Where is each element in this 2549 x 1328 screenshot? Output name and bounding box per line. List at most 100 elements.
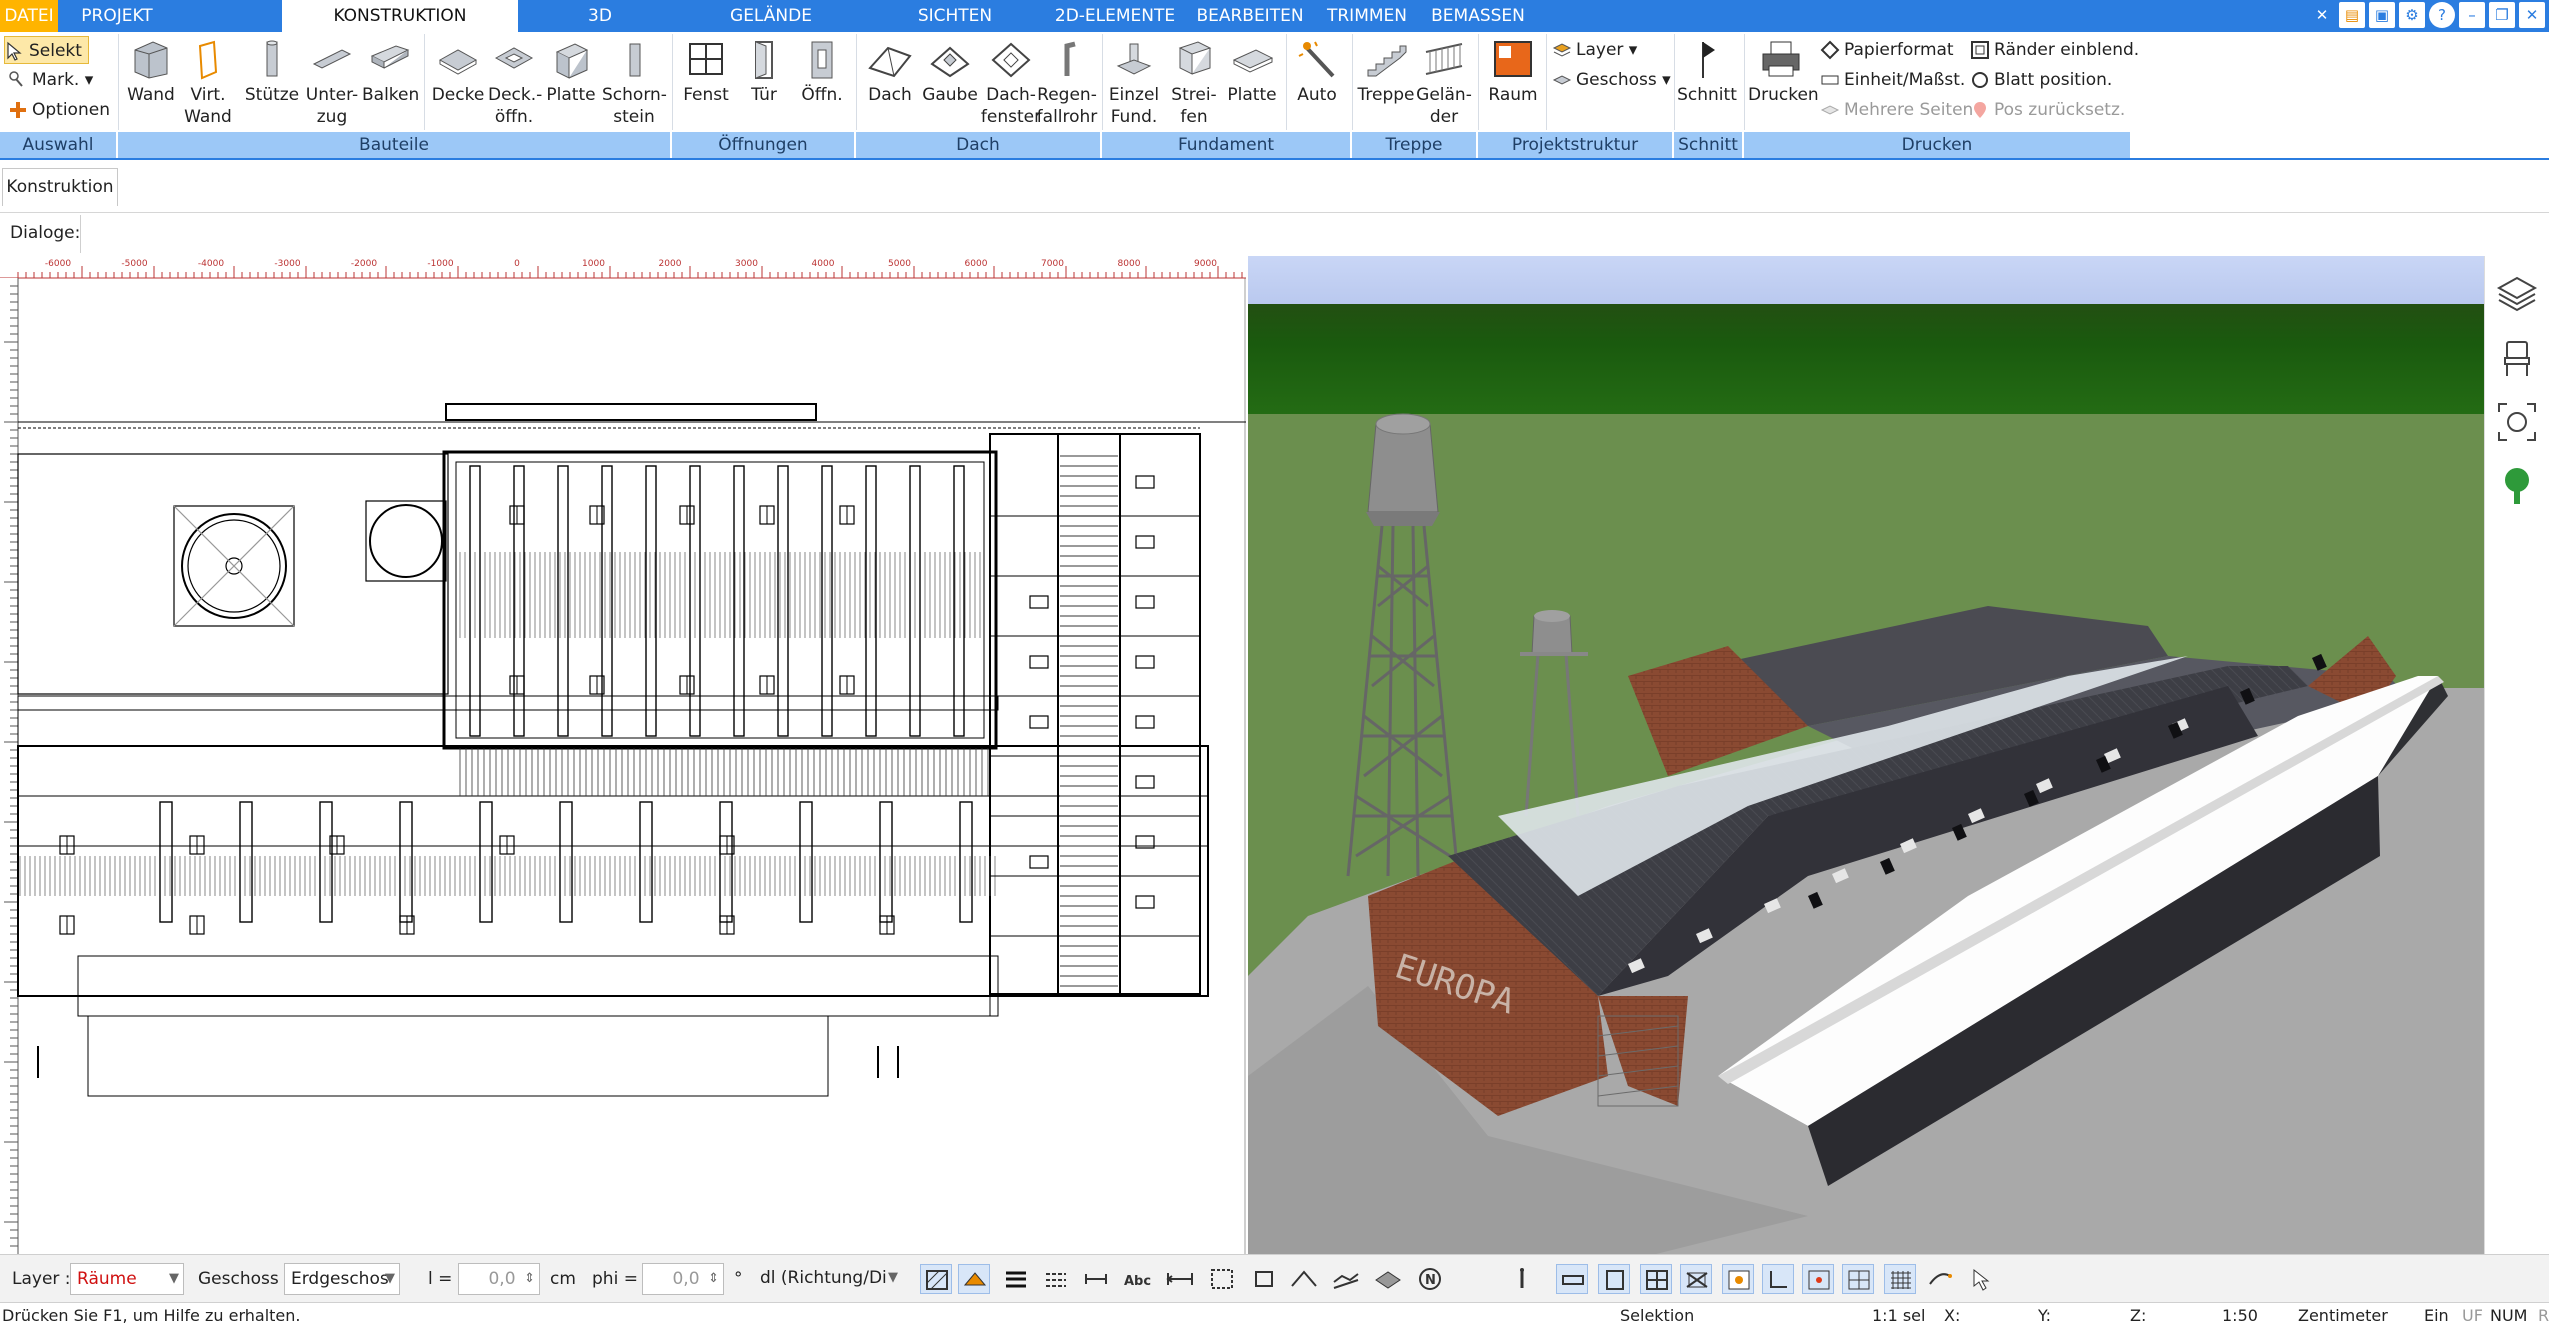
view-corner-icon[interactable] bbox=[1762, 1264, 1794, 1294]
blatt-position-button[interactable]: Blatt position. bbox=[1970, 66, 2112, 94]
mehrere-seiten-button[interactable]: Mehrere Seiten bbox=[1820, 96, 1973, 124]
einzel-fund-button[interactable]: Einzel Fund. bbox=[1106, 36, 1162, 128]
decke-button[interactable]: Decke bbox=[428, 36, 488, 106]
view-image-icon[interactable] bbox=[1722, 1264, 1754, 1294]
settings-icon[interactable]: ⚙ bbox=[2399, 2, 2425, 28]
wand-button[interactable]: Wand bbox=[124, 36, 178, 106]
cursor-arrow-icon[interactable] bbox=[1966, 1264, 1998, 1294]
crop-icon[interactable] bbox=[1248, 1264, 1280, 1294]
layer-stack-icon[interactable] bbox=[1372, 1264, 1404, 1294]
floor-plan-view[interactable]: -6000 -5000 -4000 -3000 -2000 -1000 0 1000 2000 3… bbox=[0, 256, 1246, 1254]
tab-konstruktion[interactable]: KONSTRUKTION bbox=[282, 0, 518, 32]
arrow-move-icon[interactable] bbox=[1924, 1264, 1956, 1294]
layers-panel-icon[interactable] bbox=[2495, 272, 2539, 316]
deckoeffn-label: Deck.- bbox=[488, 85, 543, 105]
streifen-button[interactable]: Strei-fen bbox=[1164, 36, 1224, 128]
view-floor-icon[interactable] bbox=[1598, 1264, 1630, 1294]
tab-datei[interactable]: DATEI bbox=[0, 0, 58, 32]
tools-icon[interactable]: ✕ bbox=[2309, 2, 2335, 28]
schnitt-button[interactable]: Schnitt bbox=[1676, 36, 1738, 106]
layer-dropdown[interactable]: Layer ▾ bbox=[1552, 36, 1637, 64]
tab-2d-elemente[interactable]: 2D-ELEMENTE bbox=[1050, 0, 1180, 32]
schornstein-button[interactable]: Schorn-stein bbox=[602, 36, 667, 128]
fund-platte-button[interactable]: Platte bbox=[1224, 36, 1280, 106]
tuer-button[interactable]: Tür bbox=[738, 36, 790, 106]
line-style-icon[interactable] bbox=[1040, 1264, 1072, 1294]
tilt-icon[interactable] bbox=[1288, 1264, 1320, 1294]
tab-trimmen[interactable]: TRIMMEN bbox=[1320, 0, 1414, 32]
dach-button[interactable]: Dach bbox=[862, 36, 918, 106]
view-center-icon[interactable] bbox=[1802, 1264, 1834, 1294]
selekt-button[interactable]: Selekt bbox=[4, 36, 89, 64]
help-icon[interactable]: ? bbox=[2429, 2, 2455, 28]
drucken-button[interactable]: Drucken bbox=[1748, 36, 1819, 106]
terrain-icon[interactable] bbox=[1330, 1264, 1362, 1294]
status-mode: Selektion bbox=[1620, 1306, 1695, 1325]
deck-oeffn-button[interactable]: Deck.- öffn. bbox=[488, 36, 543, 128]
window-icon[interactable]: ▤ bbox=[2339, 2, 2365, 28]
virt-wand-button[interactable]: Virt. Wand bbox=[180, 36, 236, 128]
group-schnitt: Schnitt bbox=[1674, 132, 1742, 158]
tab-3d[interactable]: 3D bbox=[560, 0, 640, 32]
line-weight-icon[interactable] bbox=[1000, 1264, 1032, 1294]
einheit-button[interactable]: Einheit/Maßst. bbox=[1820, 66, 1965, 94]
optionen-button[interactable]: Optionen bbox=[8, 96, 110, 124]
treppe-button[interactable]: Treppe bbox=[1356, 36, 1416, 106]
geschoss-dropdown[interactable]: Geschoss ▾ bbox=[1552, 66, 1671, 94]
mark-button[interactable]: Mark. ▾ bbox=[8, 66, 93, 94]
3d-view[interactable]: EUROPA bbox=[1248, 256, 2484, 1254]
tab-sichten[interactable]: SICHTEN bbox=[900, 0, 1010, 32]
view-grid-icon[interactable] bbox=[1640, 1264, 1672, 1294]
stuetze-button[interactable]: Stütze bbox=[244, 36, 300, 106]
geschoss-select[interactable]: Erdgeschos ▼ bbox=[284, 1263, 400, 1295]
regenfallrohr-button[interactable]: Regen-fallrohr bbox=[1036, 36, 1098, 128]
view-camera-icon[interactable] bbox=[1680, 1264, 1712, 1294]
dimension-icon[interactable] bbox=[1080, 1264, 1112, 1294]
column-icon bbox=[266, 40, 278, 77]
fenst-button[interactable]: Fenst bbox=[678, 36, 734, 106]
papierformat-button[interactable]: Papierformat bbox=[1820, 36, 1954, 64]
unterzug-button[interactable]: Unter-zug bbox=[302, 36, 362, 128]
balken-button[interactable]: Balken bbox=[362, 36, 419, 106]
raum-button[interactable]: Raum bbox=[1484, 36, 1542, 106]
phi-input[interactable]: 0,0 ⇕ bbox=[642, 1263, 724, 1295]
dachfenster-button[interactable]: Dach-fenster bbox=[980, 36, 1042, 128]
length-unit: cm bbox=[550, 1269, 576, 1289]
floor-plan-canvas[interactable]: -6000 -5000 -4000 -3000 -2000 -1000 0 1000 2000 3… bbox=[0, 256, 1246, 1254]
tab-bemassen[interactable]: BEMASSEN bbox=[1428, 0, 1528, 32]
gaube-button[interactable]: Gaube bbox=[920, 36, 980, 106]
tab-gelaende[interactable]: GELÄNDE bbox=[712, 0, 830, 32]
raender-button[interactable]: Ränder einblend. bbox=[1970, 36, 2139, 64]
opening-icon bbox=[811, 41, 833, 79]
pos-zuruecksetzen-button[interactable]: Pos zurücksetz. bbox=[1970, 96, 2125, 124]
north-arrow-icon[interactable]: N bbox=[1414, 1264, 1446, 1294]
restore-layout-icon[interactable]: ▣ bbox=[2369, 2, 2395, 28]
platte-button[interactable]: Platte bbox=[544, 36, 598, 106]
tree-icon[interactable] bbox=[2495, 464, 2539, 508]
text-abc-icon[interactable]: Abc bbox=[1122, 1264, 1154, 1294]
close-icon[interactable]: ✕ bbox=[2519, 2, 2545, 28]
hatch-icon[interactable] bbox=[920, 1264, 952, 1294]
length-input[interactable]: 0,0 ⇕ bbox=[458, 1263, 540, 1295]
minimize-icon[interactable]: – bbox=[2459, 2, 2485, 28]
grid-icon[interactable] bbox=[1884, 1264, 1916, 1294]
layer-select[interactable]: Räume ▼ bbox=[70, 1263, 184, 1295]
view-2d-icon[interactable] bbox=[1556, 1264, 1588, 1294]
direction-select[interactable]: dl (Richtung/Di ▼ bbox=[754, 1263, 902, 1295]
oeffn-button[interactable]: Öffn. bbox=[794, 36, 850, 106]
zoom-extents-icon[interactable] bbox=[2495, 400, 2539, 444]
frame-icon[interactable] bbox=[1206, 1264, 1238, 1294]
maximize-icon[interactable]: ❐ bbox=[2489, 2, 2515, 28]
view-snap-icon[interactable] bbox=[1842, 1264, 1874, 1294]
material-icon[interactable] bbox=[958, 1264, 990, 1294]
gelaender-button[interactable]: Gelän-der bbox=[1416, 36, 1472, 128]
konstruktion-dialog-tab[interactable]: Konstruktion bbox=[2, 168, 118, 206]
auto-button[interactable]: Auto bbox=[1290, 36, 1344, 106]
measure-icon[interactable] bbox=[1164, 1264, 1196, 1294]
status-unit: Zentimeter bbox=[2298, 1306, 2388, 1325]
info-icon[interactable] bbox=[1506, 1264, 1538, 1294]
tab-projekt[interactable]: PROJEKT bbox=[58, 0, 176, 32]
3d-render[interactable]: EUROPA bbox=[1248, 256, 2484, 1254]
tab-bearbeiten[interactable]: BEARBEITEN bbox=[1194, 0, 1306, 32]
furniture-chair-icon[interactable] bbox=[2495, 336, 2539, 380]
